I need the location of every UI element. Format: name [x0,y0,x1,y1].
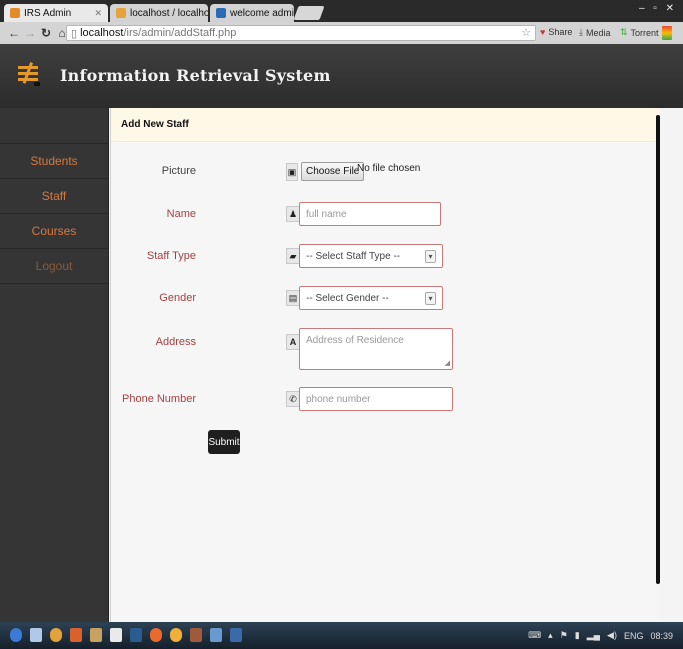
admin-app: Information Retrieval System Students St… [0,44,683,622]
chrome-icon[interactable] [50,628,62,642]
sidebar-item-courses[interactable]: Courses [0,214,108,249]
list-icon: ▤ [286,290,299,306]
volume-icon[interactable]: ◀) [607,630,617,641]
browser-tabstrip: IRS Admin ✕ localhost / localhost / e-li… [0,0,683,22]
address-row: Address A Address of Residence ◢ [111,328,660,372]
reload-icon[interactable]: ↻ [38,26,54,40]
gender-label: Gender [159,292,196,304]
gender-row: Gender ▤ -- Select Gender -- ▾ [111,286,660,312]
page-scrollbar[interactable] [656,115,660,584]
sidebar-item-students[interactable]: Students [0,144,108,179]
page-icon: ▯ [71,27,78,40]
explorer-icon[interactable] [30,628,42,642]
address-bar[interactable]: ▯ localhost /irs/admin/addStaff.php ☆ [66,25,536,41]
top-navbar: Information Retrieval System [0,44,683,108]
photoshop-icon[interactable] [130,628,142,642]
battery-icon[interactable]: ▮ [575,630,580,641]
sidebar-spacer [0,108,108,144]
gender-value: -- Select Gender -- [306,292,389,304]
user-icon: ♟ [286,206,299,222]
sidebar: Students Staff Courses Logout [0,108,109,622]
menu-icon[interactable] [662,26,672,40]
firefox-icon[interactable] [150,628,162,642]
keyboard-icon[interactable]: ⌨ [528,630,541,641]
panel-title: Add New Staff [111,108,659,142]
bookmark-star-icon[interactable]: ☆ [521,26,531,39]
extension-media[interactable]: ⤓ Media [579,27,611,38]
phone-input[interactable]: phone number [299,387,453,411]
new-tab-button[interactable] [293,6,325,20]
heart-icon: ♥ [540,27,546,37]
main-content: Add New Staff Picture ▣ Choose File No f… [110,108,659,622]
brand-title[interactable]: Information Retrieval System [60,66,331,85]
address-host: localhost [80,27,124,39]
chevron-down-icon: ▾ [425,291,436,305]
close-tab-icon[interactable]: ✕ [94,8,102,19]
browser-tab-welcome[interactable]: welcome administrator ✕ [210,4,294,22]
download-icon: ⤓ [579,27,583,37]
browser-toolbar: ← → ↻ ⌂ ▯ localhost /irs/admin/addStaff.… [0,22,683,44]
gender-select[interactable]: -- Select Gender -- ▾ [299,286,443,310]
window-controls[interactable]: – ▫ ✕ [639,3,677,14]
database-favicon-icon [116,8,126,18]
sidebar-item-staff[interactable]: Staff [0,179,108,214]
address-path: /irs/admin/addStaff.php [123,27,237,39]
torrent-icon: ⇅ [620,27,628,37]
address-textarea[interactable]: Address of Residence ◢ [299,328,453,370]
tab-title: localhost / localhost / e-li [130,7,208,19]
language-indicator[interactable]: ENG [624,631,644,641]
tab-title: welcome administrator [230,7,294,19]
irs-favicon-icon [10,8,20,18]
submit-row: Submit [111,430,660,456]
font-icon: A [286,334,299,350]
staff-type-value: -- Select Staff Type -- [306,250,401,262]
forward-arrow-icon[interactable]: → [22,26,38,40]
ie-icon[interactable] [10,628,22,642]
app-icon[interactable] [90,628,102,642]
staff-type-label: Staff Type [146,250,196,262]
staff-type-select[interactable]: -- Select Staff Type -- ▾ [299,244,443,268]
phone-icon: ✆ [286,391,299,407]
word-icon[interactable] [230,628,242,642]
submit-button[interactable]: Submit [208,430,240,454]
name-row: Name ♟ full name [111,202,660,228]
address-label: Address [155,336,196,348]
name-input[interactable]: full name [299,202,441,226]
extension-share[interactable]: ♥ Share [540,27,572,37]
flag-icon[interactable]: ⚑ [560,630,568,641]
tab-title: IRS Admin [24,7,72,19]
resize-grip-icon[interactable]: ◢ [445,359,450,367]
address-placeholder: Address of Residence [306,335,404,346]
picture-label: Picture [161,165,196,177]
app-icon[interactable] [210,628,222,642]
name-label: Name [166,208,196,220]
picture-row: Picture ▣ Choose File No file chosen [111,161,660,183]
vlc-icon[interactable] [70,628,82,642]
system-tray: ⌨ ▴ ⚑ ▮ ▂▄ ◀) ENG 08:39 [528,630,673,641]
app-icon[interactable] [190,628,202,642]
phone-label: Phone Number [122,393,196,405]
browser-tab-phpmyadmin[interactable]: localhost / localhost / e-li ✕ [110,4,208,22]
logo-icon [18,62,40,86]
file-status: No file chosen [357,163,421,174]
chevron-up-icon[interactable]: ▴ [548,630,553,641]
browser-tab-irs-admin[interactable]: IRS Admin ✕ [4,4,108,22]
signal-icon[interactable]: ▂▄ [587,630,600,641]
clock[interactable]: 08:39 [650,631,673,641]
choose-file-button[interactable]: Choose File [301,162,365,181]
page-favicon-icon [216,8,226,18]
extension-torrent[interactable]: ⇅ Torrent [620,27,659,38]
chrome-icon[interactable] [170,628,182,642]
phone-row: Phone Number ✆ phone number [111,387,660,413]
back-arrow-icon[interactable]: ← [6,26,22,40]
staff-type-row: Staff Type ▰ -- Select Staff Type -- ▾ [111,244,660,270]
sidebar-item-logout[interactable]: Logout [0,249,108,284]
image-icon: ▣ [286,163,298,181]
windows-taskbar: ⌨ ▴ ⚑ ▮ ▂▄ ◀) ENG 08:39 [0,622,683,649]
app-icon[interactable] [110,628,122,642]
chevron-down-icon: ▾ [425,249,436,263]
briefcase-icon: ▰ [286,248,299,264]
